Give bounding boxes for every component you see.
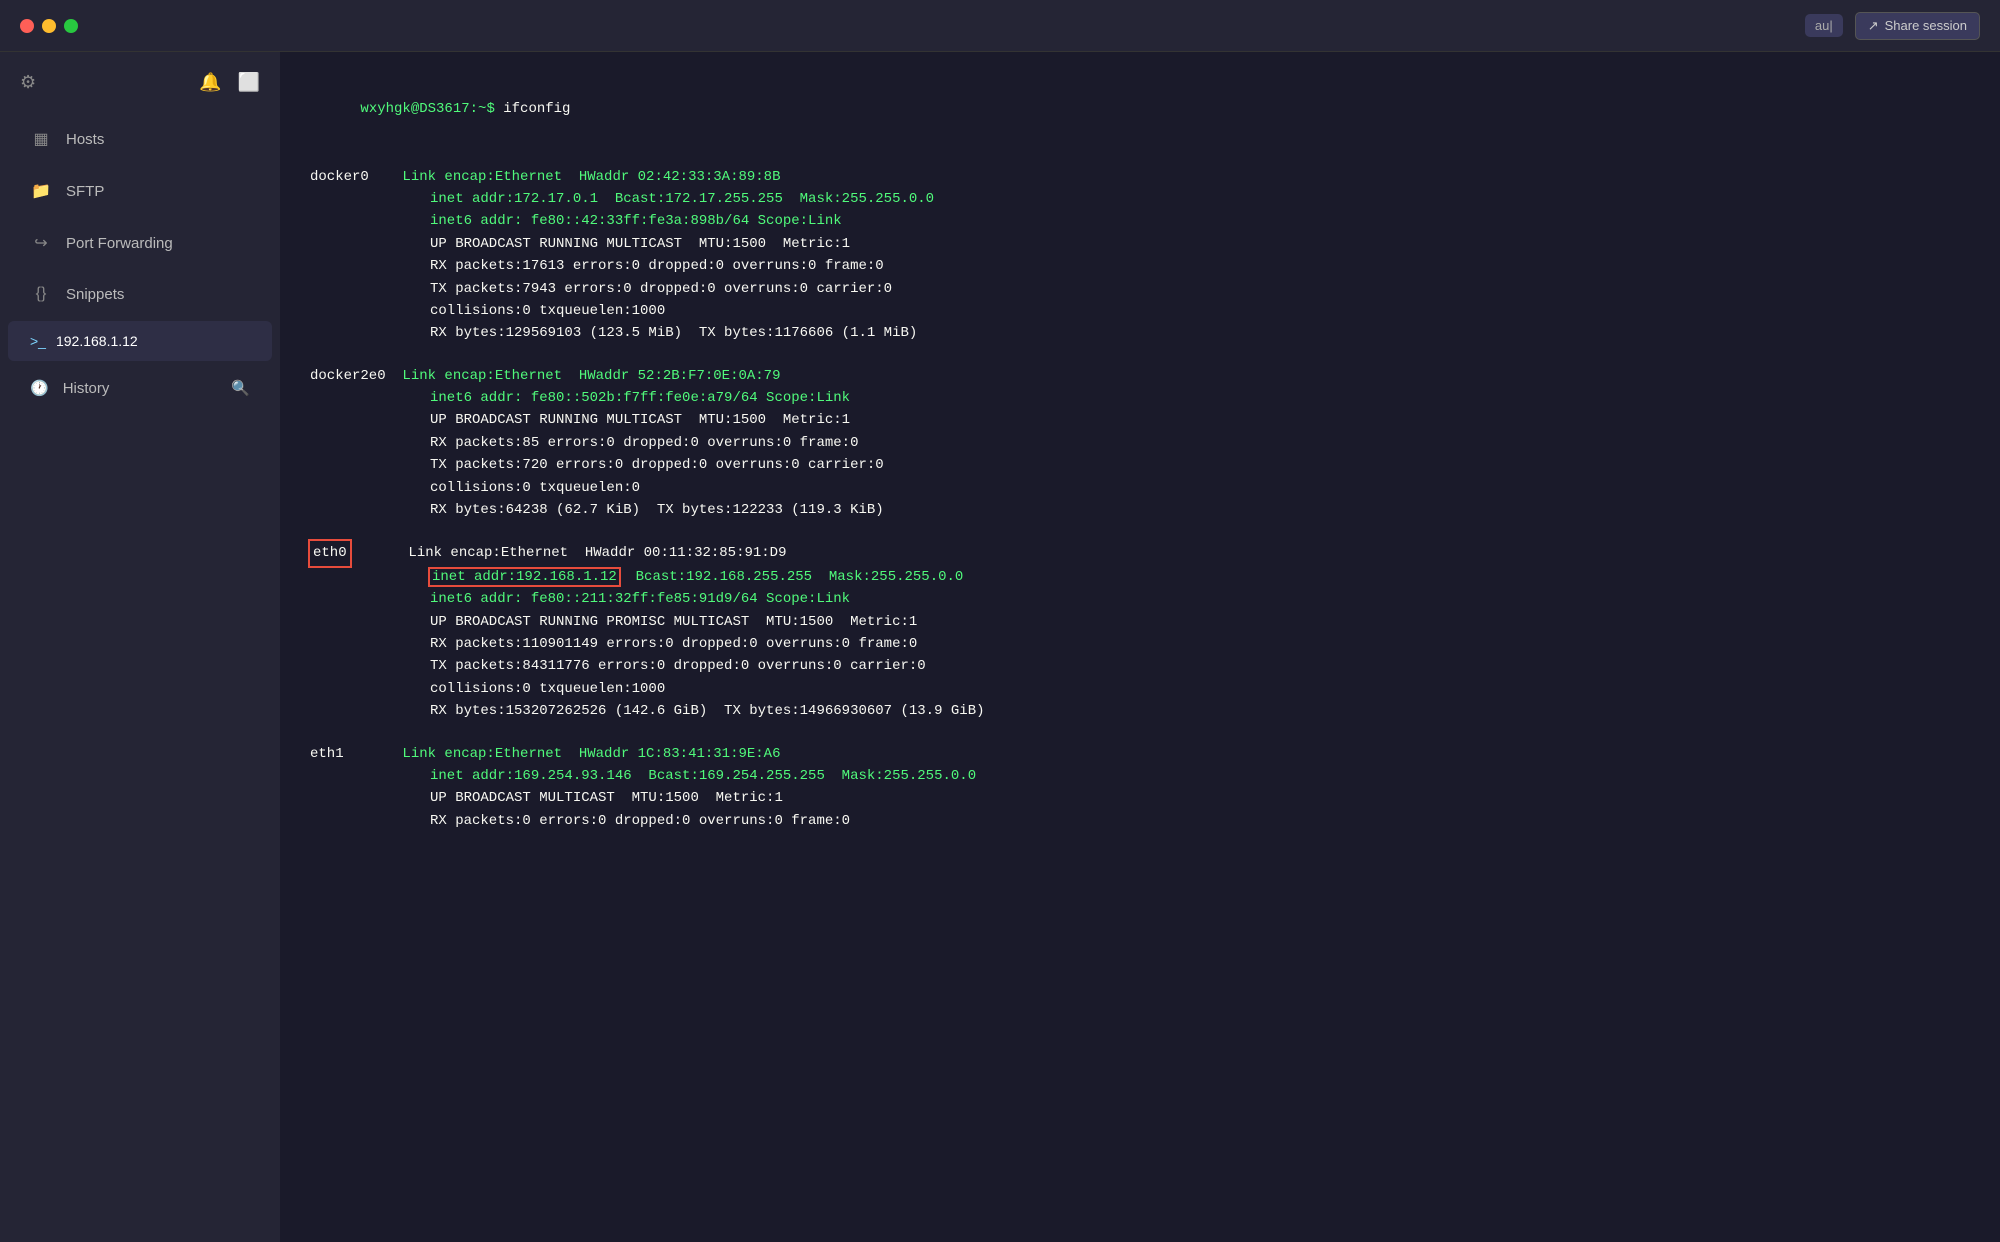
- iface-docker0-line3: inet6 addr: fe80::42:33ff:fe3a:898b/64 S…: [310, 210, 1970, 232]
- iface-eth0-line2: inet addr:192.168.1.12 Bcast:192.168.255…: [310, 566, 1970, 588]
- sidebar-item-connected-session[interactable]: >_ 192.168.1.12: [8, 321, 272, 361]
- iface-eth1-name: eth1: [310, 746, 402, 762]
- notifications-icon[interactable]: 🔔: [199, 72, 221, 93]
- terminal-icon[interactable]: ⬜: [238, 72, 260, 93]
- terminal-area[interactable]: wxyhgk@DS3617:~$ ifconfig docker0 Link e…: [280, 52, 2000, 1242]
- iface-docker0-line2: inet addr:172.17.0.1 Bcast:172.17.255.25…: [310, 188, 1970, 210]
- history-search-icon[interactable]: 🔍: [231, 379, 250, 397]
- titlebar: au| ↗ Share session: [0, 0, 2000, 52]
- connected-session-label: 192.168.1.12: [56, 333, 138, 349]
- port-forwarding-label: Port Forwarding: [66, 235, 173, 252]
- sftp-label: SFTP: [66, 183, 104, 200]
- maximize-button[interactable]: [64, 19, 78, 33]
- iface-docker0-line7: collisions:0 txqueuelen:1000: [310, 300, 1970, 322]
- iface-docker0-line1: docker0 Link encap:Ethernet HWaddr 02:42…: [310, 166, 1970, 188]
- iface-eth1-line1: eth1 Link encap:Ethernet HWaddr 1C:83:41…: [310, 743, 1970, 765]
- sidebar: ⚙ 🔔 ⬜ ▦ Hosts 📁 SFTP ↪ Port Forwarding {…: [0, 52, 280, 1242]
- hosts-icon: ▦: [30, 129, 52, 149]
- titlebar-right: au| ↗ Share session: [1805, 12, 1980, 40]
- iface-docker0-line4: UP BROADCAST RUNNING MULTICAST MTU:1500 …: [310, 233, 1970, 255]
- history-icon: 🕐: [30, 379, 49, 397]
- iface-docker2e0-line5: TX packets:720 errors:0 dropped:0 overru…: [310, 454, 1970, 476]
- iface-eth0-line8: RX bytes:153207262526 (142.6 GiB) TX byt…: [310, 700, 1970, 722]
- user-label: au|: [1815, 18, 1833, 33]
- sidebar-top-icons: ⚙ 🔔 ⬜: [0, 62, 280, 113]
- iface-docker2e0-line4: RX packets:85 errors:0 dropped:0 overrun…: [310, 432, 1970, 454]
- port-forwarding-icon: ↪: [30, 233, 52, 253]
- iface-eth1-line4: RX packets:0 errors:0 dropped:0 overruns…: [310, 810, 1970, 832]
- iface-docker0-line6: TX packets:7943 errors:0 dropped:0 overr…: [310, 278, 1970, 300]
- minimize-button[interactable]: [42, 19, 56, 33]
- iface-docker2e0-line6: collisions:0 txqueuelen:0: [310, 477, 1970, 499]
- sidebar-item-sftp[interactable]: 📁 SFTP: [8, 167, 272, 215]
- share-session-label: Share session: [1885, 18, 1967, 33]
- iface-docker0-line8: RX bytes:129569103 (123.5 MiB) TX bytes:…: [310, 322, 1970, 344]
- iface-block-eth1: eth1 Link encap:Ethernet HWaddr 1C:83:41…: [310, 743, 1970, 833]
- iface-block-eth0: eth0 Link encap:Ethernet HWaddr 00:11:32…: [310, 541, 1970, 722]
- sidebar-item-history[interactable]: 🕐 History 🔍: [8, 365, 272, 411]
- iface-eth0-name: eth0: [310, 541, 350, 565]
- iface-docker0-name: docker0: [310, 169, 402, 185]
- sidebar-item-port-forwarding[interactable]: ↪ Port Forwarding: [8, 219, 272, 267]
- iface-eth0-line7: collisions:0 txqueuelen:1000: [310, 678, 1970, 700]
- iface-eth0-line1: eth0 Link encap:Ethernet HWaddr 00:11:32…: [310, 541, 1970, 565]
- sidebar-item-hosts[interactable]: ▦ Hosts: [8, 115, 272, 163]
- iface-block-docker0: docker0 Link encap:Ethernet HWaddr 02:42…: [310, 166, 1970, 345]
- iface-docker0-line5: RX packets:17613 errors:0 dropped:0 over…: [310, 255, 1970, 277]
- iface-docker2e0-line2: inet6 addr: fe80::502b:f7ff:fe0e:a79/64 …: [310, 387, 1970, 409]
- iface-docker2e0-line7: RX bytes:64238 (62.7 KiB) TX bytes:12223…: [310, 499, 1970, 521]
- iface-eth0-line3: inet6 addr: fe80::211:32ff:fe85:91d9/64 …: [310, 588, 1970, 610]
- iface-docker2e0-line1: docker2e0 Link encap:Ethernet HWaddr 52:…: [310, 365, 1970, 387]
- iface-docker2e0-line3: UP BROADCAST RUNNING MULTICAST MTU:1500 …: [310, 409, 1970, 431]
- history-label: History: [63, 380, 110, 397]
- share-session-button[interactable]: ↗ Share session: [1855, 12, 1980, 40]
- prompt-command: ifconfig: [503, 101, 570, 117]
- iface-eth0-line6: TX packets:84311776 errors:0 dropped:0 o…: [310, 655, 1970, 677]
- snippets-icon: {}: [30, 285, 52, 303]
- share-icon: ↗: [1868, 18, 1879, 34]
- snippets-label: Snippets: [66, 286, 124, 303]
- history-section-left: 🕐 History: [30, 379, 109, 397]
- main-layout: ⚙ 🔔 ⬜ ▦ Hosts 📁 SFTP ↪ Port Forwarding {…: [0, 52, 2000, 1242]
- iface-eth0-line4: UP BROADCAST RUNNING PROMISC MULTICAST M…: [310, 611, 1970, 633]
- terminal-session-icon: >_: [30, 333, 46, 349]
- iface-block-docker2e0: docker2e0 Link encap:Ethernet HWaddr 52:…: [310, 365, 1970, 522]
- hosts-label: Hosts: [66, 131, 104, 148]
- traffic-lights: [20, 19, 78, 33]
- close-button[interactable]: [20, 19, 34, 33]
- user-badge: au|: [1805, 14, 1843, 37]
- sidebar-item-snippets[interactable]: {} Snippets: [8, 271, 272, 317]
- sftp-icon: 📁: [30, 181, 52, 201]
- sidebar-top-right-icons: 🔔 ⬜: [199, 72, 260, 93]
- iface-docker2e0-name: docker2e0: [310, 368, 402, 384]
- prompt-user-host: wxyhgk@DS3617:~$: [360, 101, 503, 117]
- prompt-line: wxyhgk@DS3617:~$ ifconfig: [310, 76, 1970, 143]
- iface-eth1-line3: UP BROADCAST MULTICAST MTU:1500 Metric:1: [310, 787, 1970, 809]
- settings-icon[interactable]: ⚙: [20, 72, 36, 93]
- iface-eth1-line2: inet addr:169.254.93.146 Bcast:169.254.2…: [310, 765, 1970, 787]
- iface-eth0-line5: RX packets:110901149 errors:0 dropped:0 …: [310, 633, 1970, 655]
